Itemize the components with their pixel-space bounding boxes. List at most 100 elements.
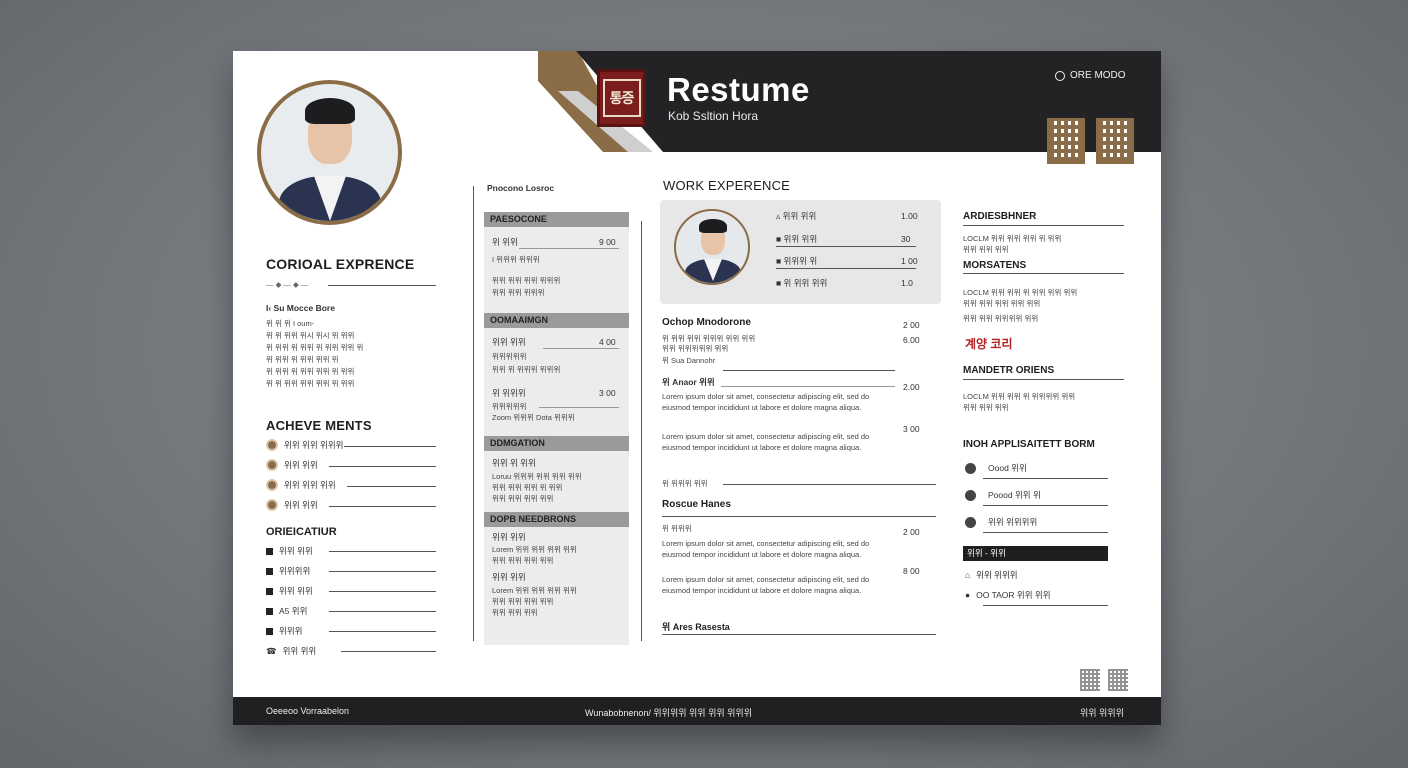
divider-line — [329, 571, 436, 572]
divider-line — [329, 591, 436, 592]
home-icon: ⌂ — [965, 570, 971, 580]
achievements-title: ACHEVE MENTS — [266, 418, 372, 433]
work-box-value: 1.0 — [901, 278, 913, 288]
profile-photo-small — [674, 209, 750, 285]
qr-code-icon — [1096, 118, 1134, 164]
square-icon: ■ — [776, 234, 782, 244]
panel-text-line: 위위 위위 위위 위위 — [492, 556, 554, 565]
divider-line — [329, 611, 436, 612]
logo-seal-text: 통증 — [602, 79, 641, 117]
square-icon — [266, 567, 273, 575]
education-item: 위위 위위 — [266, 585, 313, 597]
divider-line — [983, 605, 1108, 606]
circle-icon — [965, 489, 976, 501]
divider-line — [329, 466, 436, 467]
panel-text-line: 위위위위위 — [492, 352, 527, 361]
achievement-item: 위위 위위 — [266, 499, 318, 511]
job-title: Roscue Hanes — [662, 499, 731, 510]
work-box-row: ■ 위 위위 위위 — [776, 278, 828, 288]
divider-line — [963, 273, 1124, 274]
panel-item-value: 9 00 — [599, 237, 616, 247]
left-text-line: 위 위위 위 위위 위위 위 — [266, 355, 339, 364]
divider-line — [543, 348, 619, 349]
profile-photo — [257, 80, 402, 225]
globe-icon — [1055, 70, 1065, 81]
panel-text-line: 위위 위 위위위 위위위 — [492, 365, 561, 374]
panel-item-title: 위위 위위 — [492, 337, 526, 347]
panel-item-title: 위위 위 위위 — [492, 458, 536, 468]
circle-icon — [965, 462, 976, 474]
highlight-text: 계양 코리 — [965, 337, 1013, 351]
right-text-line: LOCLM 위위 위위 위 위위 위위 위위 — [963, 288, 1078, 297]
divider-line — [662, 516, 936, 517]
panel-text-line: 위위 위위 위위 위 위위 — [492, 483, 563, 492]
triangle-icon: ▵ — [776, 211, 781, 221]
bullet-icon — [266, 459, 278, 471]
education-item: 위위위 — [266, 625, 302, 637]
location-pin-icon: ● — [965, 590, 971, 600]
job-text-line: 위 Sua Dannohr — [662, 356, 716, 365]
achievement-item: 위위 위위 — [266, 459, 318, 471]
footer-right: 위위 위위위 — [1080, 708, 1124, 718]
divider-line — [539, 407, 619, 408]
right-section-title: ARDIESBHNER — [963, 211, 1037, 222]
job-text-line: 위위 위위위위위 위위 — [662, 344, 729, 353]
divider-line — [721, 386, 895, 387]
resume-title: Restume — [667, 71, 810, 108]
left-text-line: 위 위 위위 위시 위시 위 위위 — [266, 331, 355, 340]
panel-item-title: 위위 위위 — [492, 572, 526, 582]
panel-section-bar: OOMAAIMGN — [484, 313, 629, 328]
footer-left: Oeeeoo Vorraabelon — [266, 706, 350, 716]
divider-ornament: — ◆ — ◆ — — [266, 280, 309, 289]
right-text-line: 위위 위위 위위 — [963, 245, 1009, 254]
contact-item: ● OO TAOR 위위 위위 — [965, 590, 1051, 600]
work-box-value: 1.00 — [901, 211, 918, 221]
education-title: ORIEICATIUR — [266, 526, 337, 538]
panel-item-title: 위 위위위 — [492, 388, 526, 398]
bullet-icon — [266, 479, 278, 491]
right-section-title: INOH APPLISAITETT BORM — [963, 439, 1095, 450]
job-title: Ochop Mnodorone — [662, 317, 751, 328]
application-item: Oood 위위 — [965, 462, 1027, 474]
job-subtitle: 위 위위위 — [662, 524, 692, 533]
divider-line — [329, 506, 436, 507]
divider-line — [983, 532, 1108, 533]
divider-line — [329, 551, 436, 552]
panel-text-line: I 위위위 위위위 — [492, 255, 540, 264]
job-value: 8 00 — [903, 566, 920, 576]
job-value: 6.00 — [903, 335, 920, 345]
language-toggle[interactable]: ORE MODO — [1055, 70, 1126, 81]
divider-line — [723, 370, 895, 371]
panel-text-line: Loruu 위위위 위위 위위 위위 — [492, 472, 582, 481]
panel-text-line: 위위 위위 위위 위위 — [492, 597, 554, 606]
job-value: 2 00 — [903, 320, 920, 330]
education-item: 위위위위 — [266, 565, 310, 577]
middle-top-label: Pnocono Losroc — [487, 183, 555, 193]
achievement-item: 위위 위위 위위위 — [266, 439, 343, 451]
circle-icon — [965, 516, 976, 528]
left-section-title: CORIOAL EXPRENCE — [266, 256, 415, 272]
resume-subtitle: Kob Ssltion Hora — [668, 109, 759, 123]
qr-code-icon — [1080, 669, 1100, 691]
panel-text-line: 위위 위위 위위 위위 — [492, 494, 554, 503]
left-text-line: 위 위위 위 위위 위위 위 위위 — [266, 367, 355, 376]
divider-line — [776, 268, 916, 269]
photo-hair — [305, 98, 355, 124]
bullet-icon — [266, 499, 278, 511]
divider-line — [983, 478, 1108, 479]
divider-line — [963, 379, 1124, 380]
divider-line — [983, 505, 1108, 506]
right-text-line: LOCLM 위위 위위 위 위위위위 위위 — [963, 392, 1076, 401]
education-item: A5 위위 — [266, 605, 307, 617]
divider-line — [328, 285, 436, 286]
job-paragraph: Lorem ipsum dolor sit amet, consectetur … — [662, 575, 870, 595]
work-experience-title: WORK EXPERENCE — [663, 178, 791, 193]
left-text-line: 위 위위 위 위위 위 위위 위위 위 — [266, 343, 364, 352]
achievement-item: 위위 위위 위위 — [266, 479, 336, 491]
panel-text-line: 위위 위위 위위 — [492, 608, 538, 617]
divider-line — [347, 486, 436, 487]
application-item: Poood 위위 위 — [965, 489, 1041, 501]
work-box-row: ■ 위위 위위 — [776, 234, 818, 244]
language-label: ORE MODO — [1070, 70, 1126, 81]
divider-line — [344, 446, 436, 447]
